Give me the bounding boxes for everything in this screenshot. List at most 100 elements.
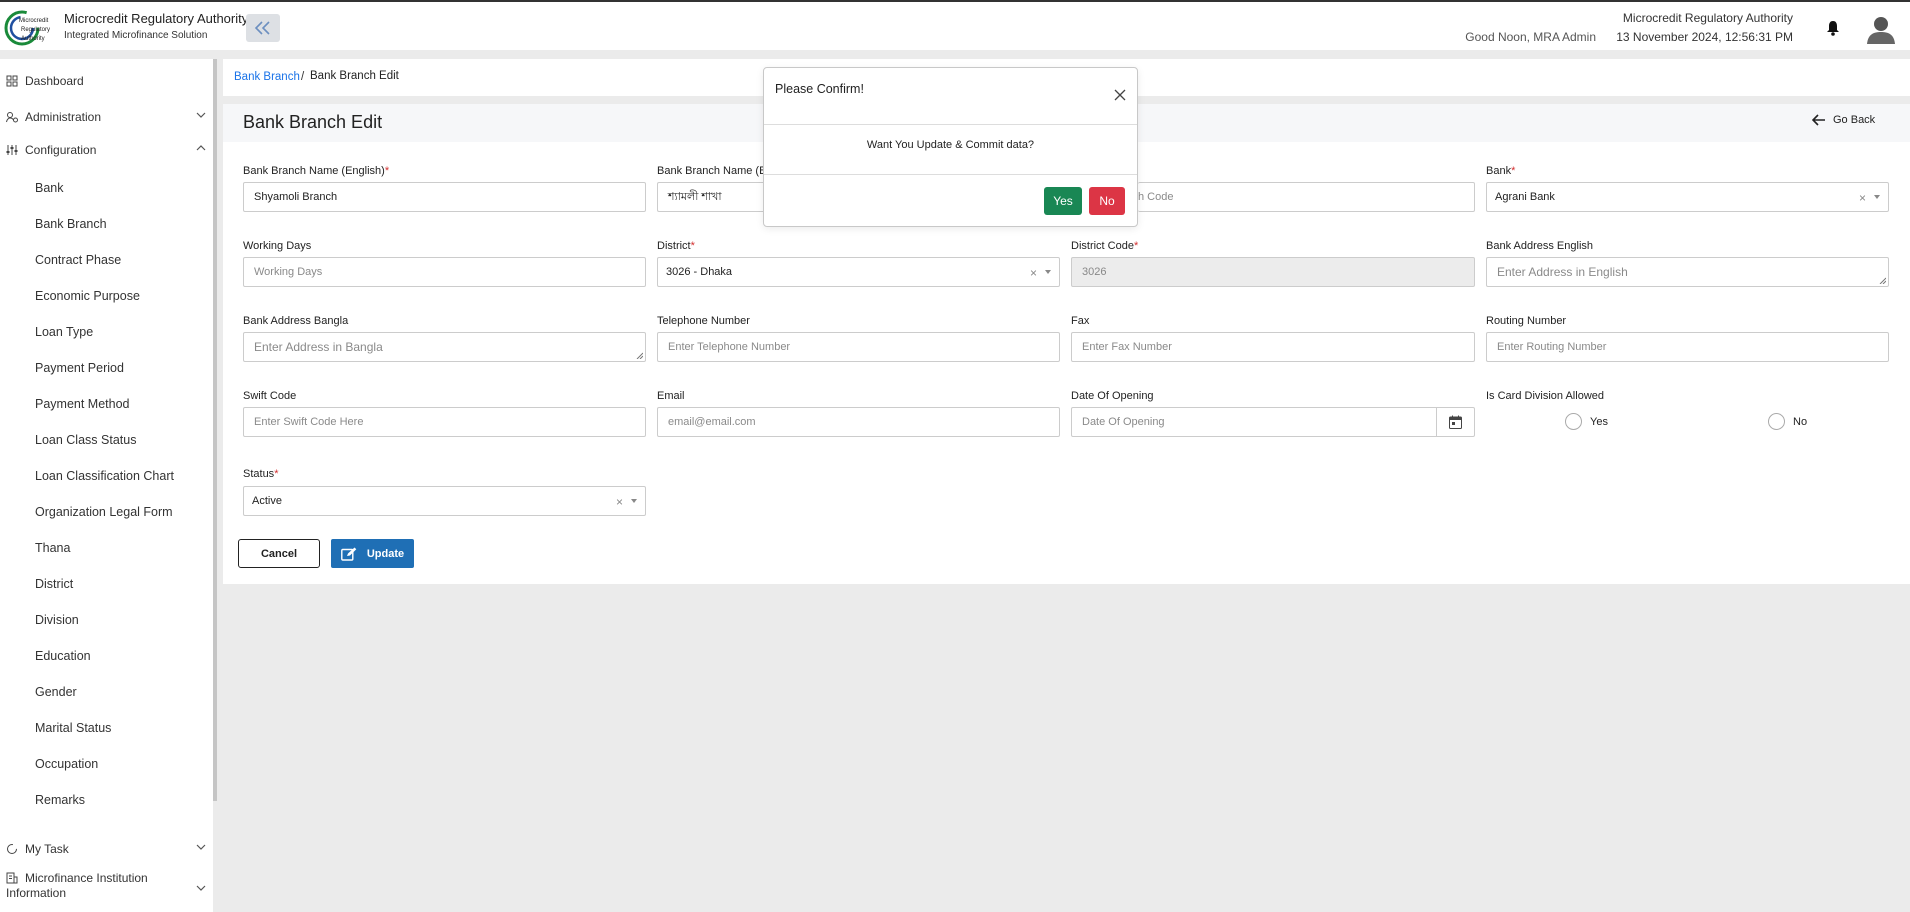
- breadcrumb-separator: /: [301, 71, 305, 83]
- fax-label: Fax: [1071, 315, 1090, 327]
- clear-icon[interactable]: ×: [1859, 191, 1866, 205]
- sidebar-item-division[interactable]: Division: [35, 613, 79, 627]
- opening-date-input[interactable]: Date Of Opening: [1071, 407, 1475, 437]
- calendar-icon: [1449, 415, 1462, 429]
- building-icon: [6, 872, 18, 884]
- current-datetime: 13 November 2024, 12:56:31 PM: [1616, 30, 1793, 44]
- sidebar-item-mfi-information[interactable]: Microfinance Institution Information: [6, 871, 206, 901]
- sidebar-item-occupation[interactable]: Occupation: [35, 757, 98, 771]
- address-bangla-textarea[interactable]: Enter Address in Bangla: [243, 332, 646, 362]
- address-english-textarea[interactable]: Enter Address in English: [1486, 257, 1889, 287]
- fax-input[interactable]: Enter Fax Number: [1071, 332, 1475, 362]
- caret-down-icon: [1045, 270, 1051, 274]
- sidebar-item-contract-phase[interactable]: Contract Phase: [35, 253, 121, 267]
- branch-code-input[interactable]: h Code: [1138, 182, 1475, 212]
- telephone-label: Telephone Number: [657, 315, 750, 327]
- sidebar-item-label-line2: Information: [6, 886, 67, 900]
- address-en-label: Bank Address English: [1486, 240, 1594, 252]
- page-title: Bank Branch Edit: [243, 112, 383, 132]
- sidebar-collapse-button[interactable]: [246, 14, 280, 42]
- sidebar-item-loan-class-status[interactable]: Loan Class Status: [35, 433, 136, 447]
- dialog-message: Want You Update & Commit data?: [866, 139, 1035, 151]
- routing-label: Routing Number: [1486, 315, 1567, 327]
- sidebar-item-remarks[interactable]: Remarks: [35, 793, 85, 807]
- sidebar-item-marital-status[interactable]: Marital Status: [35, 721, 111, 735]
- sidebar-item-loan-type[interactable]: Loan Type: [35, 325, 93, 339]
- sidebar-item-administration[interactable]: Administration: [6, 110, 206, 124]
- svg-text:Microcredit: Microcredit: [19, 18, 49, 24]
- chevron-up-icon: [196, 145, 206, 151]
- branch-name-bangla-input[interactable]: শ্যামলী শাখা: [657, 182, 769, 212]
- sliders-icon: [6, 144, 18, 156]
- district-code-label: District Code*: [1071, 240, 1139, 252]
- calendar-button[interactable]: [1436, 407, 1474, 437]
- cancel-button[interactable]: Cancel: [238, 539, 320, 568]
- svg-text:Authority: Authority: [21, 36, 45, 42]
- sidebar-item-dashboard[interactable]: Dashboard: [6, 74, 206, 88]
- sidebar-item-my-task[interactable]: My Task: [6, 842, 206, 856]
- sidebar: [0, 59, 213, 912]
- go-back-label: Go Back: [1833, 114, 1876, 126]
- district-code-input: 3026: [1071, 257, 1475, 287]
- confirm-yes-button[interactable]: Yes: [1044, 187, 1082, 215]
- svg-text:Regulatory: Regulatory: [21, 27, 50, 33]
- radio-circle: [1565, 413, 1582, 430]
- greeting-text: Good Noon, MRA Admin: [1465, 30, 1596, 44]
- district-select[interactable]: 3026 - Dhaka ×: [657, 257, 1060, 287]
- update-button[interactable]: Update: [331, 539, 414, 568]
- caret-down-icon: [631, 499, 637, 503]
- card-division-yes-radio[interactable]: Yes: [1565, 413, 1608, 430]
- users-cog-icon: [6, 111, 18, 123]
- resize-handle-icon[interactable]: [636, 352, 643, 359]
- dialog-divider: [764, 124, 1137, 125]
- clear-icon[interactable]: ×: [616, 495, 623, 509]
- sidebar-item-bank-branch[interactable]: Bank Branch: [35, 217, 107, 231]
- top-header: Microcredit Regulatory Authority Microcr…: [0, 0, 1910, 50]
- notification-bell-icon[interactable]: [1826, 20, 1840, 36]
- branch-name-english-input[interactable]: Shyamoli Branch: [243, 182, 646, 212]
- bank-select[interactable]: Agrani Bank ×: [1486, 182, 1889, 212]
- arrow-left-icon: [1812, 114, 1825, 126]
- clear-icon[interactable]: ×: [1030, 266, 1037, 280]
- confirm-no-button[interactable]: No: [1089, 187, 1125, 215]
- chevron-down-icon: [196, 885, 206, 891]
- sidebar-item-gender[interactable]: Gender: [35, 685, 77, 699]
- breadcrumb-current: Bank Branch Edit: [310, 70, 399, 82]
- sidebar-item-label: Administration: [25, 110, 102, 124]
- sidebar-item-loan-classification-chart[interactable]: Loan Classification Chart: [35, 469, 174, 483]
- sidebar-item-thana[interactable]: Thana: [35, 541, 70, 555]
- email-label: Email: [657, 390, 685, 402]
- radio-circle: [1768, 413, 1785, 430]
- sidebar-item-configuration[interactable]: Configuration: [6, 143, 206, 157]
- sidebar-item-payment-period[interactable]: Payment Period: [35, 361, 124, 375]
- telephone-input[interactable]: Enter Telephone Number: [657, 332, 1060, 362]
- address-bn-label: Bank Address Bangla: [243, 315, 349, 327]
- app-title: Microcredit Regulatory Authority: [64, 11, 249, 26]
- swift-code-input[interactable]: Enter Swift Code Here: [243, 407, 646, 437]
- breadcrumb-link-bank-branch[interactable]: Bank Branch: [234, 71, 300, 83]
- refresh-icon: [6, 843, 18, 855]
- go-back-button[interactable]: Go Back: [1812, 114, 1875, 126]
- sidebar-item-education[interactable]: Education: [35, 649, 91, 663]
- name-en-label: Bank Branch Name (English)*: [243, 165, 390, 177]
- resize-handle-icon[interactable]: [1879, 277, 1886, 284]
- user-avatar-icon[interactable]: [1866, 14, 1896, 44]
- swift-label: Swift Code: [243, 390, 297, 402]
- name-bn-label: Bank Branch Name (Ba: [657, 165, 773, 177]
- dialog-divider: [764, 174, 1137, 175]
- sidebar-item-bank[interactable]: Bank: [35, 181, 64, 195]
- card-division-no-radio[interactable]: No: [1768, 413, 1807, 430]
- sidebar-item-economic-purpose[interactable]: Economic Purpose: [35, 289, 140, 303]
- sidebar-item-organization-legal-form[interactable]: Organization Legal Form: [35, 505, 173, 519]
- working-days-input[interactable]: Working Days: [243, 257, 646, 287]
- sidebar-item-district[interactable]: District: [35, 577, 73, 591]
- edit-icon: [340, 547, 357, 561]
- confirm-dialog: Please Confirm! Want You Update & Commit…: [763, 67, 1138, 227]
- sidebar-scrollbar[interactable]: [213, 59, 217, 801]
- routing-input[interactable]: Enter Routing Number: [1486, 332, 1889, 362]
- sidebar-item-payment-method[interactable]: Payment Method: [35, 397, 130, 411]
- close-icon[interactable]: [1114, 89, 1126, 101]
- sidebar-item-label: Microfinance Institution: [25, 871, 148, 885]
- email-input[interactable]: email@email.com: [657, 407, 1060, 437]
- status-select[interactable]: Active ×: [243, 486, 646, 516]
